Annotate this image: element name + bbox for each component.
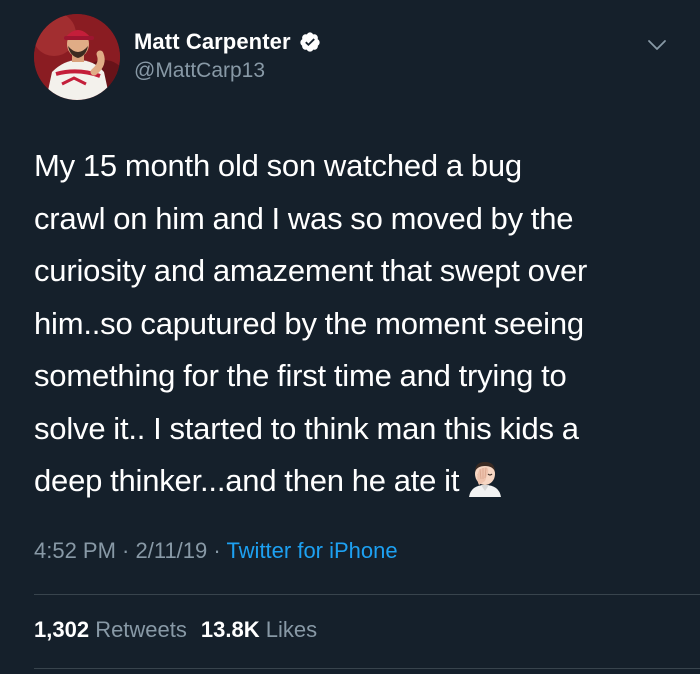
tweet-line-last: deep thinker...and then he ate it (34, 455, 684, 508)
divider (34, 594, 700, 595)
tweet-line-text: deep thinker...and then he ate it (34, 463, 460, 498)
retweets-label: Retweets (95, 617, 187, 642)
tweet-line: crawl on him and I was so moved by the (34, 200, 574, 236)
likes-count: 13.8K (200, 617, 260, 642)
tweet-line: curiosity and amazement that swept over (34, 253, 588, 288)
verified-badge-icon (300, 32, 320, 52)
tweet-meta: 4:52 PM · 2/11/19 · Twitter for iPhone (34, 538, 398, 564)
facepalm-emoji-icon (469, 462, 502, 497)
retweets-count: 1,302 (34, 617, 90, 642)
meta-separator: · (115, 538, 136, 563)
tweet-line: something for the first time and trying … (34, 358, 567, 393)
meta-separator: · (207, 538, 227, 563)
chevron-down-icon[interactable] (646, 34, 668, 56)
author-block[interactable]: Matt Carpenter @MattCarp13 (134, 28, 321, 83)
tweet-time[interactable]: 4:52 PM (34, 538, 116, 563)
tweet-stats: 1,302 Retweets 13.8K Likes (34, 617, 317, 643)
tweet-date[interactable]: 2/11/19 (136, 538, 208, 563)
tweet-line: him..so caputured by the moment seeing (34, 305, 584, 341)
handle[interactable]: @MattCarp13 (134, 59, 321, 83)
tweet-text: My 15 month old son watched a bug crawl … (34, 140, 684, 508)
tweet-line: solve it.. I started to think man this k… (34, 410, 579, 446)
avatar[interactable] (34, 14, 120, 100)
likes-label: Likes (265, 617, 318, 642)
retweets-stat[interactable]: 1,302 Retweets (34, 617, 187, 642)
display-name[interactable]: Matt Carpenter (134, 29, 291, 55)
tweet-card: Matt Carpenter @MattCarp13 My 15 month o… (0, 0, 700, 674)
tweet-line: My 15 month old son watched a bug (34, 148, 522, 183)
name-row: Matt Carpenter (134, 28, 321, 56)
divider (34, 668, 700, 669)
tweet-source-link[interactable]: Twitter for iPhone (226, 538, 397, 563)
likes-stat[interactable]: 13.8K Likes (201, 617, 317, 642)
